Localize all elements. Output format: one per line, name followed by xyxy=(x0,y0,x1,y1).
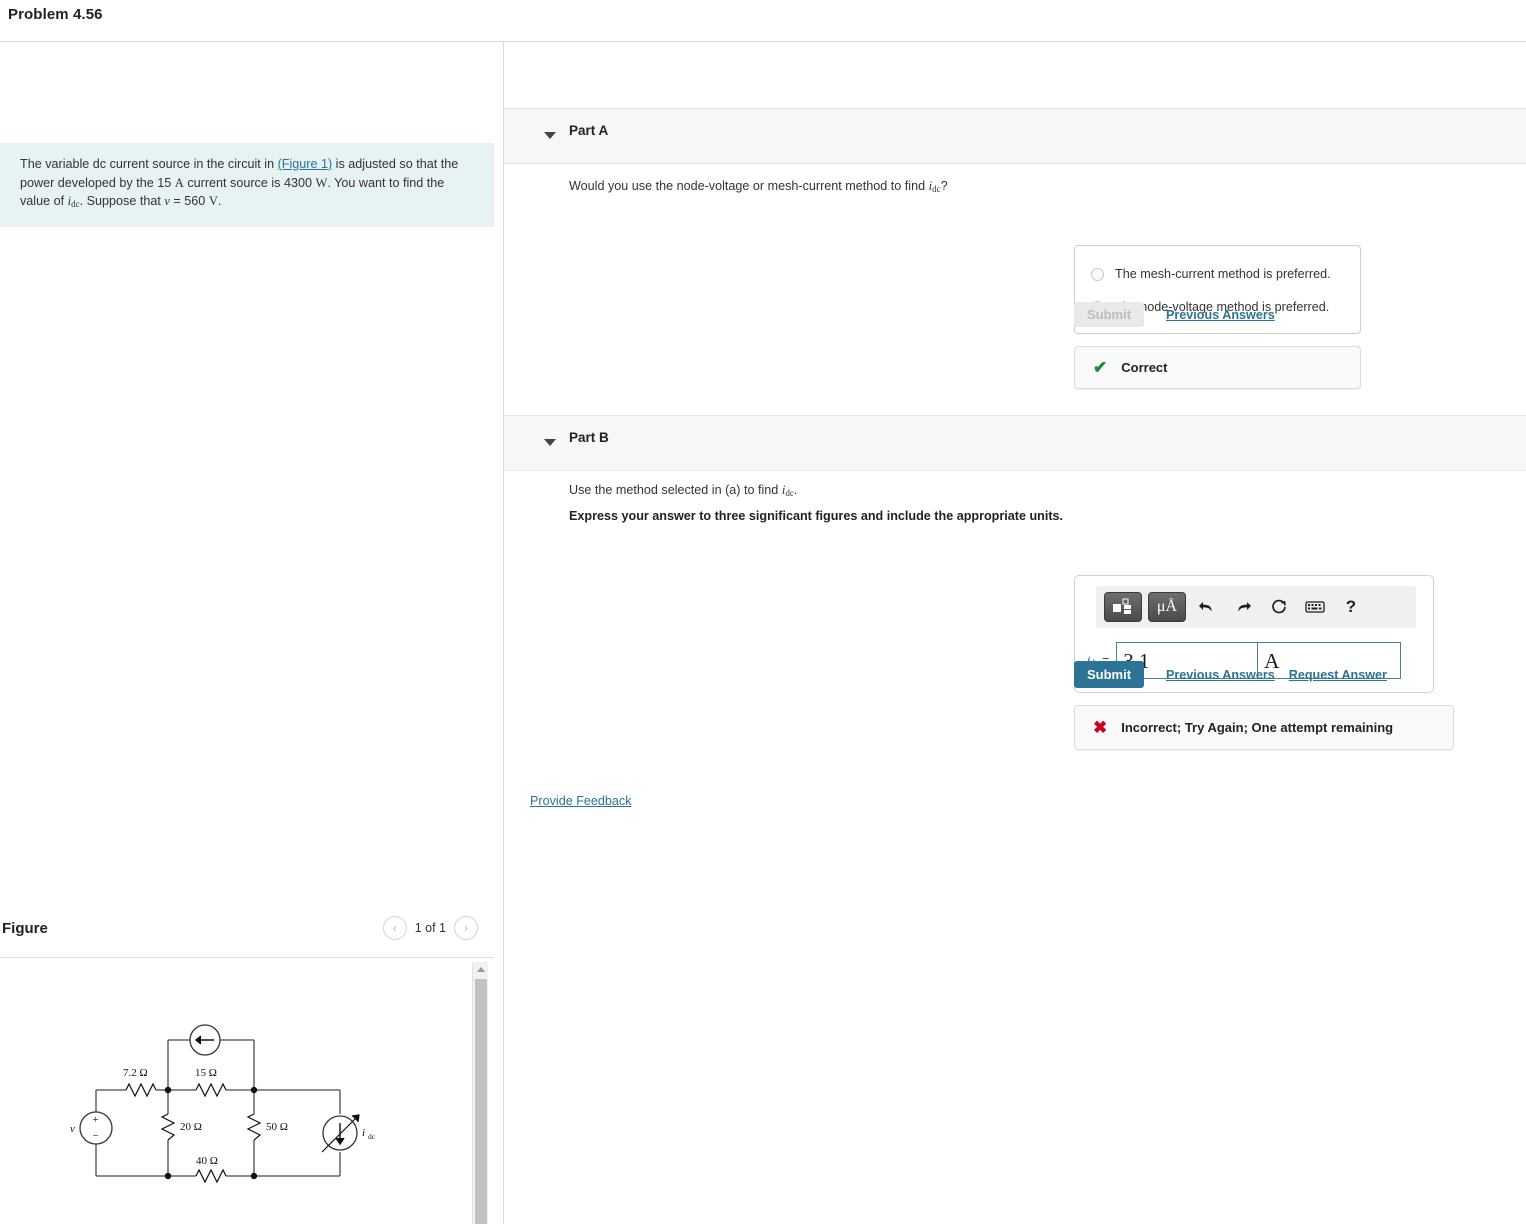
resistor-20 xyxy=(160,1113,176,1141)
provide-feedback-link[interactable]: Provide Feedback xyxy=(530,794,632,808)
part-b-instruction-bold: Express your answer to three significant… xyxy=(569,509,1064,523)
left-panel: The variable dc current source in the ci… xyxy=(0,42,503,1224)
figure-page-label: 1 of 1 xyxy=(414,921,446,935)
idc-label-subscript: dc xyxy=(368,1132,376,1141)
problem-text-3: current source is 4300 xyxy=(183,175,316,190)
part-a-action-row: Submit Previous Answers xyxy=(1074,302,1275,327)
part-a-previous-answers-link[interactable]: Previous Answers xyxy=(1166,308,1275,322)
resistor-15-label: 15 Ω xyxy=(195,1067,217,1079)
part-a-title: Part A xyxy=(569,123,609,138)
help-icon[interactable]: ? xyxy=(1336,593,1366,621)
part-b-status-text: Incorrect; Try Again; One attempt remain… xyxy=(1121,720,1394,735)
part-b-instruction: Use the method selected in (a) to find i… xyxy=(569,481,1129,502)
part-a-status-text: Correct xyxy=(1121,360,1168,375)
part-b-previous-answers-link[interactable]: Previous Answers xyxy=(1166,668,1275,682)
part-a-question-text-2: ? xyxy=(940,179,948,193)
scrollbar-thumb[interactable] xyxy=(475,979,487,1224)
problem-text-1: The variable dc current source in the ci… xyxy=(20,157,278,171)
part-a-question-text-1: Would you use the node-voltage or mesh-c… xyxy=(569,179,929,193)
part-a-question-variable-sub: dc xyxy=(932,183,941,194)
radio-button-icon-mesh-current[interactable] xyxy=(1091,267,1104,281)
undo-glyph xyxy=(1199,602,1212,612)
chevron-left-icon: ‹ xyxy=(392,921,397,935)
part-a-option-label-0: The mesh-current method is preferred. xyxy=(1115,267,1331,281)
resistor-50 xyxy=(246,1113,262,1141)
units-button[interactable]: μÅ xyxy=(1148,592,1186,622)
figure-divider xyxy=(0,957,494,958)
reset-icon[interactable] xyxy=(1264,593,1294,621)
footer-row: Provide Feedback xyxy=(530,792,632,810)
part-a-question: Would you use the node-voltage or mesh-c… xyxy=(569,177,1089,198)
resistor-15 xyxy=(195,1082,227,1098)
reset-glyph xyxy=(1272,599,1286,614)
part-b-header[interactable]: Part B xyxy=(504,415,1526,471)
part-a-header[interactable]: Part A xyxy=(504,108,1526,164)
current-source-15a-label: 15 A xyxy=(190,1018,211,1019)
problem-text-6: = 560 xyxy=(169,194,209,208)
triangle-up-icon xyxy=(477,967,485,972)
figure-scrollbar[interactable] xyxy=(472,962,488,1224)
voltage-source-minus: − xyxy=(93,1130,99,1142)
part-b-submit-button[interactable]: Submit xyxy=(1074,661,1144,688)
variable-idc-subscript: dc xyxy=(71,198,80,209)
page-root: Problem 4.56 The variable dc current sou… xyxy=(0,0,1526,1224)
keyboard-glyph xyxy=(1305,601,1325,613)
collapse-caret-icon-part-b[interactable] xyxy=(544,439,556,446)
problem-text-5: . Suppose that xyxy=(79,194,165,208)
node-dot-bottom-left xyxy=(164,1172,172,1180)
voltage-source-plus: + xyxy=(93,1114,99,1126)
keyboard-icon[interactable] xyxy=(1300,593,1330,621)
problem-statement: The variable dc current source in the ci… xyxy=(0,143,494,228)
resistor-20-label: 20 Ω xyxy=(180,1121,202,1133)
node-dot-top-left xyxy=(164,1086,172,1094)
idc-label: i xyxy=(362,1127,365,1139)
part-b-instruction-text-1: Use the method selected in (a) to find xyxy=(569,483,782,497)
voltage-source-label: v xyxy=(70,1123,75,1135)
unit-ampere: A xyxy=(174,175,184,190)
figure-viewport[interactable]: + − v 15 A xyxy=(0,960,494,1224)
part-b-title: Part B xyxy=(569,430,609,445)
top-bar: Problem 4.56 xyxy=(0,0,1526,42)
right-panel: Part A Would you use the node-voltage or… xyxy=(504,42,1526,1224)
node-dot-bottom-right xyxy=(250,1172,258,1180)
problem-statement-text: The variable dc current source in the ci… xyxy=(20,155,474,213)
part-b-request-answer-link[interactable]: Request Answer xyxy=(1289,668,1387,682)
figure-next-button[interactable]: › xyxy=(454,916,478,940)
redo-glyph xyxy=(1238,602,1251,612)
resistor-40-label: 40 Ω xyxy=(196,1155,218,1167)
x-icon: ✖ xyxy=(1093,718,1108,737)
problem-text-7: . xyxy=(217,194,222,208)
part-b-instruction-variable-sub: dc xyxy=(785,487,794,498)
chevron-right-icon: › xyxy=(464,921,468,935)
page-title: Problem 4.56 xyxy=(8,6,103,23)
figure-title: Figure xyxy=(2,920,48,937)
circuit-diagram: + − v 15 A xyxy=(68,1018,398,1203)
node-dot-top-right xyxy=(250,1086,258,1094)
figure-header: Figure ‹ 1 of 1 › xyxy=(0,912,494,957)
resistor-40 xyxy=(195,1168,227,1184)
math-toolbar: μÅ ? xyxy=(1096,586,1416,628)
part-a-option-mesh-current[interactable]: The mesh-current method is preferred. xyxy=(1091,267,1331,281)
formula-template-glyph xyxy=(1113,598,1131,614)
undo-icon[interactable] xyxy=(1192,593,1222,621)
scrollbar-up-button[interactable] xyxy=(473,962,489,977)
resistor-50-label: 50 Ω xyxy=(266,1121,288,1133)
resistor-7p2-label: 7.2 Ω xyxy=(123,1067,148,1079)
part-a-submit-button[interactable]: Submit xyxy=(1074,302,1144,327)
figure-1-link[interactable]: (Figure 1) xyxy=(278,157,333,171)
figure-pager: ‹ 1 of 1 › xyxy=(382,916,478,940)
collapse-caret-icon-part-a[interactable] xyxy=(544,132,556,139)
unit-watt: W xyxy=(315,175,328,190)
formula-template-icon[interactable] xyxy=(1104,592,1142,622)
unit-volt: V xyxy=(208,194,218,208)
part-b-action-row: Submit Previous Answers Request Answer xyxy=(1074,661,1387,688)
redo-icon[interactable] xyxy=(1228,593,1258,621)
part-b-instruction-text-2: . xyxy=(793,483,798,497)
part-b-status-banner: ✖ Incorrect; Try Again; One attempt rema… xyxy=(1074,705,1454,750)
resistor-7p2 xyxy=(125,1082,157,1098)
part-a-status-banner: ✔ Correct xyxy=(1074,346,1361,389)
figure-prev-button[interactable]: ‹ xyxy=(382,916,407,940)
circuit-svg: + − v 15 A xyxy=(70,1018,376,1184)
check-icon: ✔ xyxy=(1093,358,1108,377)
